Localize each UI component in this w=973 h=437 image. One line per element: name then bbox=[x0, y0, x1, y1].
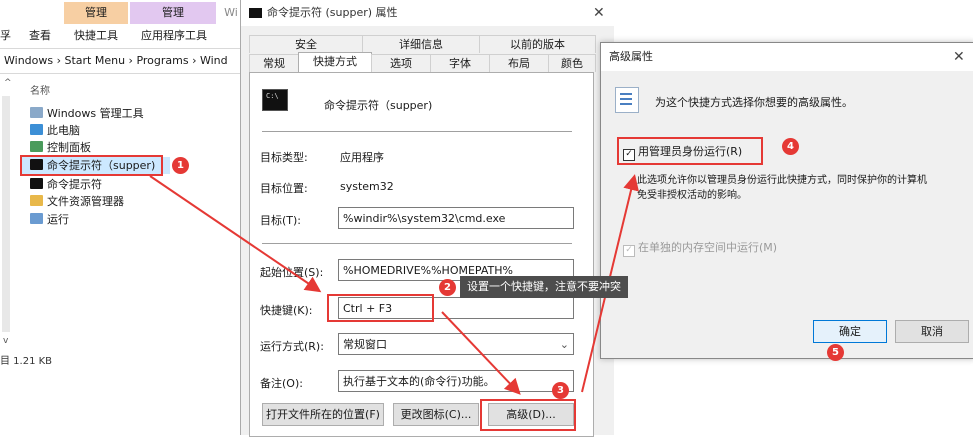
arrow-2 bbox=[441, 311, 521, 395]
arrow-1 bbox=[149, 175, 322, 293]
highlight-hotkey bbox=[327, 294, 434, 322]
highlight-advanced-button bbox=[480, 399, 576, 431]
step-badge-2: 2 bbox=[439, 279, 456, 296]
step-badge-4: 4 bbox=[782, 138, 799, 155]
step-badge-5: 5 bbox=[827, 344, 844, 361]
highlight-run-as-admin bbox=[617, 137, 763, 165]
step-badge-1: 1 bbox=[172, 157, 189, 174]
step-badge-3: 3 bbox=[552, 382, 569, 399]
highlight-selected-shortcut bbox=[20, 155, 163, 176]
annotation-arrows bbox=[149, 174, 639, 395]
hotkey-tooltip: 设置一个快捷键，注意不要冲突 bbox=[460, 276, 628, 298]
